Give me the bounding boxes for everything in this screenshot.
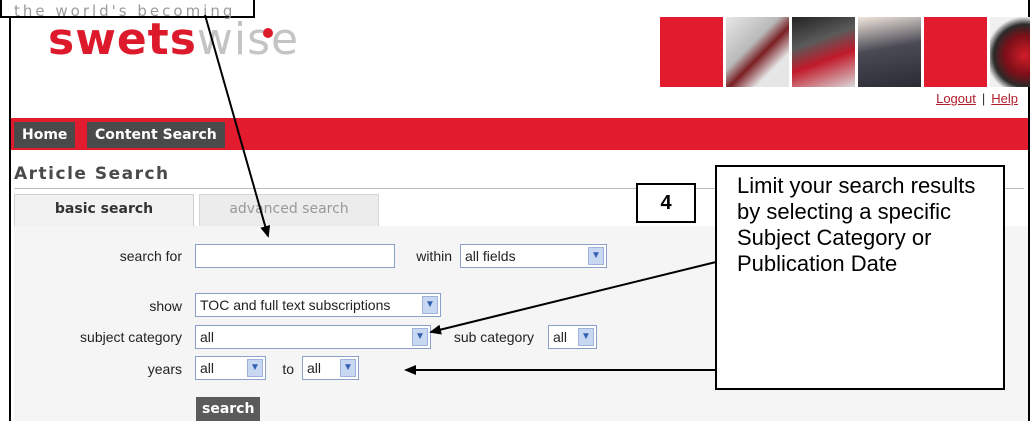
chevron-down-icon: ▼ [578,328,594,346]
util-separator: | [981,91,986,106]
header-photo-mouse [990,17,1030,87]
search-for-label: search for [119,248,182,264]
within-label: within [416,248,452,264]
nav-tab-content-search[interactable]: Content Search [87,122,225,148]
logo-part-wise: wise [196,14,300,65]
header-photo-person [858,17,921,87]
logo-part-swets: swets [48,14,197,65]
show-select[interactable]: TOC and full text subscriptions ▼ [195,293,441,317]
logo-dot-icon [263,28,273,38]
annotation-step-number: 4 [636,183,696,223]
utility-links: Logout | Help [936,91,1018,106]
header-tile-red [660,17,723,87]
within-select[interactable]: all fields ▼ [460,244,607,268]
within-select-value: all fields [465,248,516,264]
years-to-select[interactable]: all ▼ [302,356,359,380]
to-label: to [282,361,294,377]
years-label: years [147,361,182,377]
chevron-down-icon: ▼ [588,247,604,265]
sweetswise-logo: swetswise [48,18,299,62]
tab-advanced-search[interactable]: advanced search [199,194,379,227]
nav-tab-home[interactable]: Home [14,122,76,148]
sub-category-select[interactable]: all ▼ [548,325,597,349]
search-button[interactable]: search [196,397,261,421]
header-image-strip [660,17,1030,87]
subject-category-label: subject category [80,329,182,345]
show-select-value: TOC and full text subscriptions [200,297,391,313]
chevron-down-icon: ▼ [247,359,263,377]
years-from-select[interactable]: all ▼ [195,356,266,380]
subject-category-select[interactable]: all ▼ [195,325,431,349]
chevron-down-icon: ▼ [422,296,438,314]
sub-category-label: sub category [453,329,534,345]
chevron-down-icon: ▼ [340,359,356,377]
show-label: show [149,298,182,314]
years-from-select-value: all [200,360,215,376]
sub-category-select-value: all [553,329,568,345]
search-input[interactable] [195,244,395,268]
header-photo-desk [792,17,855,87]
annotation-callout-text: Limit your search results by selecting a… [715,165,1005,390]
years-to-select-value: all [307,360,322,376]
chevron-down-icon: ▼ [412,328,428,346]
header-photo-laptop [726,17,789,87]
header-tile-red-2 [924,17,987,87]
page-title: Article Search [14,164,170,184]
help-link[interactable]: Help [991,91,1018,106]
logout-link[interactable]: Logout [936,91,976,106]
subject-category-select-value: all [200,329,215,345]
tab-basic-search[interactable]: basic search [14,194,194,227]
